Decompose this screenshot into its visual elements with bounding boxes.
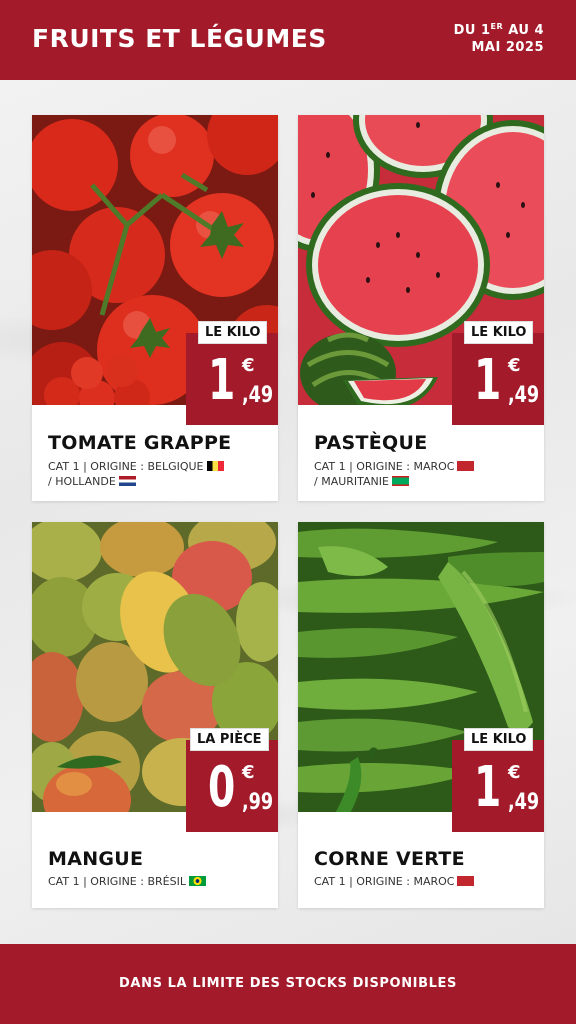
origin-text-2: / HOLLANDE xyxy=(48,475,116,488)
origin-line-2: / HOLLANDE xyxy=(48,474,224,489)
price-tag: LE KILO 1 € ,49 xyxy=(452,321,544,425)
stock-disclaimer: DANS LA LIMITE DES STOCKS DISPONIBLES xyxy=(119,976,457,991)
price-currency: € xyxy=(242,762,255,783)
product-origin: CAT 1 | ORIGINE : MAROC / MAURITANIE xyxy=(314,459,475,489)
origin-line-2: / MAURITANIE xyxy=(314,474,474,489)
origin-text-1: CAT 1 | ORIGINE : BRÉSIL xyxy=(48,875,186,888)
product-origin: CAT 1 | ORIGINE : BELGIQUE / HOLLANDE xyxy=(48,459,224,489)
price-decimal: ,49 xyxy=(508,790,540,815)
footer-banner: DANS LA LIMITE DES STOCKS DISPONIBLES xyxy=(0,944,576,1024)
price-tag: LE KILO 1 € ,49 xyxy=(452,728,544,832)
product-origin: CAT 1 | ORIGINE : BRÉSIL xyxy=(48,874,206,889)
price-decimal: ,49 xyxy=(242,383,274,408)
date-suffix: AU 4 xyxy=(503,23,544,38)
origin-line-1: CAT 1 | ORIGINE : BRÉSIL xyxy=(48,874,206,889)
price-currency: € xyxy=(508,355,521,376)
date-line-1: DU 1ER AU 4 xyxy=(454,22,544,39)
product-name: TOMATE GRAPPE xyxy=(48,432,232,454)
origin-text-2: / MAURITANIE xyxy=(314,475,389,488)
price-unit: LA PIÈCE xyxy=(190,728,269,751)
netherlands-flag-icon xyxy=(118,476,136,486)
price-unit: LE KILO xyxy=(198,321,268,344)
date-sup: ER xyxy=(490,22,504,31)
price-unit: LE KILO xyxy=(464,728,534,751)
product-name: PASTÈQUE xyxy=(314,432,428,454)
product-origin: CAT 1 | ORIGINE : MAROC xyxy=(314,874,475,889)
morocco-flag-icon xyxy=(457,461,475,471)
price-integer: 1 xyxy=(208,348,236,413)
product-card-mangue[interactable]: LA PIÈCE 0 € ,99 MANGUE CAT 1 | ORIGINE … xyxy=(32,522,278,908)
product-name: MANGUE xyxy=(48,848,144,870)
price-currency: € xyxy=(242,355,255,376)
price-integer: 1 xyxy=(474,348,502,413)
origin-text-1: CAT 1 | ORIGINE : MAROC xyxy=(314,875,455,888)
product-name: CORNE VERTE xyxy=(314,848,465,870)
origin-line-1: CAT 1 | ORIGINE : MAROC xyxy=(314,874,475,889)
header-banner: FRUITS ET LÉGUMES DU 1ER AU 4 MAI 2025 xyxy=(0,0,576,80)
price-currency: € xyxy=(508,762,521,783)
date-prefix: DU 1 xyxy=(453,23,491,38)
page-title: FRUITS ET LÉGUMES xyxy=(32,24,327,53)
product-card-pasteque[interactable]: LE KILO 1 € ,49 PASTÈQUE CAT 1 | ORIGINE… xyxy=(298,115,544,501)
date-line-2: MAI 2025 xyxy=(471,40,544,55)
origin-line-1: CAT 1 | ORIGINE : BELGIQUE xyxy=(48,459,224,474)
price-decimal: ,99 xyxy=(242,790,274,815)
price-tag: LA PIÈCE 0 € ,99 xyxy=(186,728,278,832)
price-unit: LE KILO xyxy=(464,321,534,344)
mauritania-flag-icon xyxy=(391,476,409,486)
price-integer: 0 xyxy=(208,755,236,820)
promo-dates: DU 1ER AU 4 MAI 2025 xyxy=(454,22,544,56)
price-integer: 1 xyxy=(474,755,502,820)
origin-text-1: CAT 1 | ORIGINE : BELGIQUE xyxy=(48,460,204,473)
product-card-corne-verte[interactable]: LE KILO 1 € ,49 CORNE VERTE CAT 1 | ORIG… xyxy=(298,522,544,908)
price-tag: LE KILO 1 € ,49 xyxy=(186,321,278,425)
product-card-tomate[interactable]: LE KILO 1 € ,49 TOMATE GRAPPE CAT 1 | OR… xyxy=(32,115,278,501)
price-decimal: ,49 xyxy=(508,383,540,408)
origin-text-1: CAT 1 | ORIGINE : MAROC xyxy=(314,460,455,473)
origin-line-1: CAT 1 | ORIGINE : MAROC xyxy=(314,459,475,474)
belgium-flag-icon xyxy=(206,461,224,471)
morocco-flag-icon xyxy=(457,876,475,886)
brazil-flag-icon xyxy=(188,876,206,886)
